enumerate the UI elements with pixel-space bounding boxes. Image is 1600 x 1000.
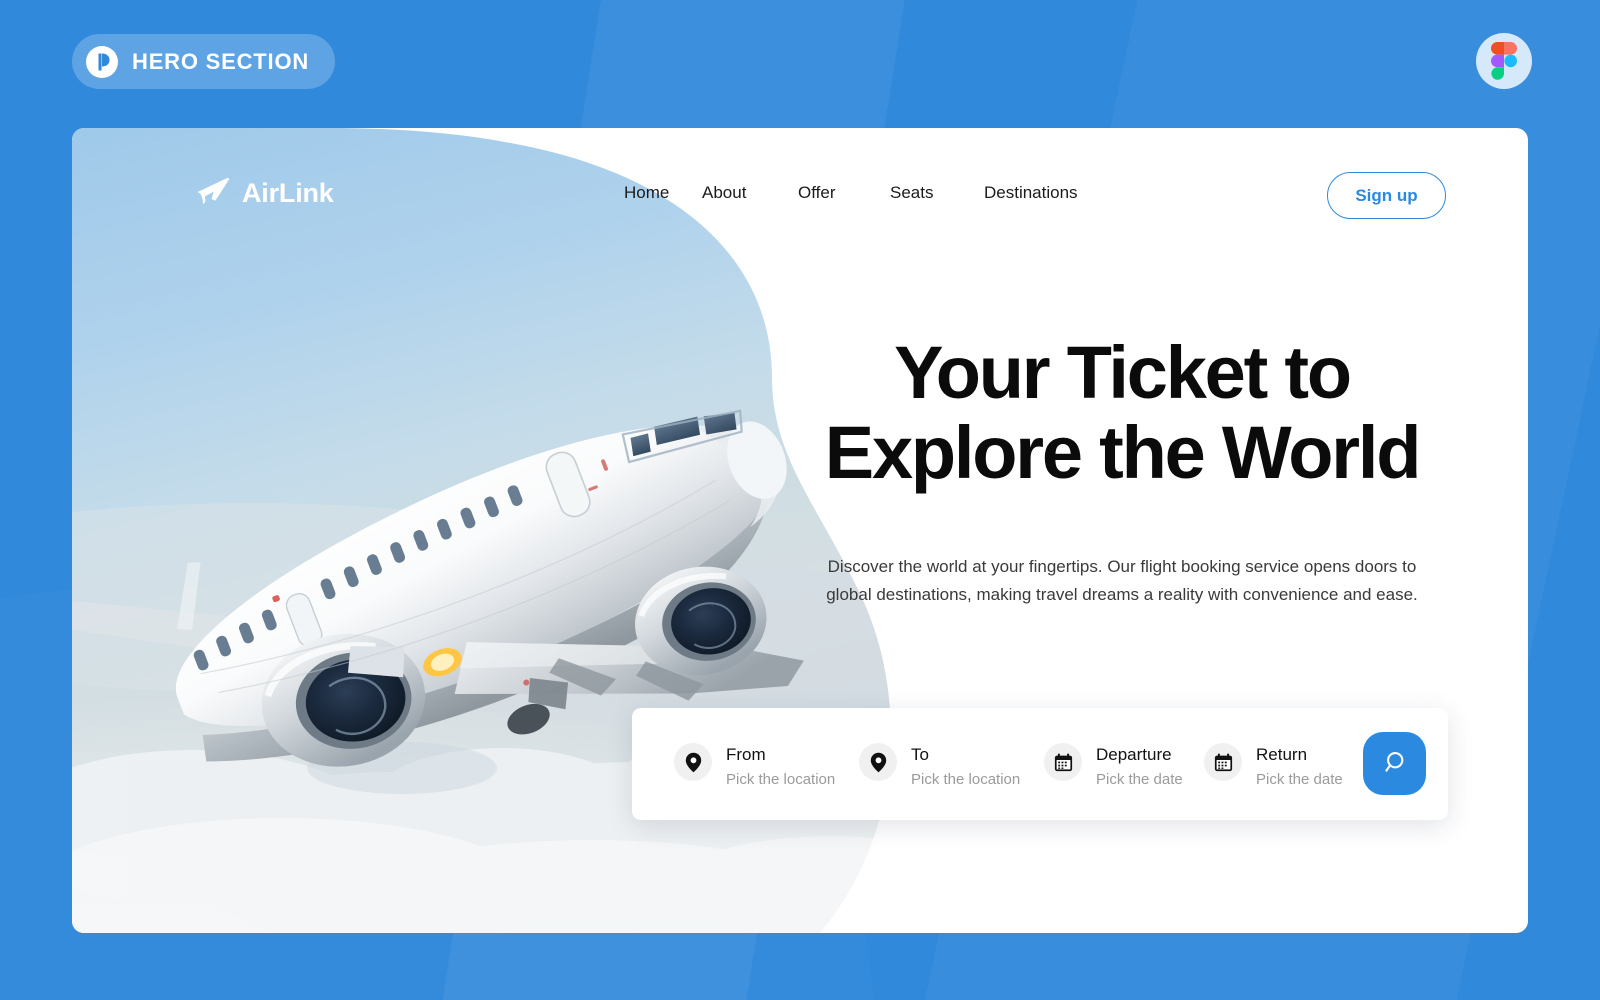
nav-links: Home About Offer Seats Destinations: [624, 183, 1078, 203]
flight-search-bar: From Pick the location To Pick the locat…: [632, 708, 1448, 820]
nav-link-home[interactable]: Home: [624, 183, 702, 203]
nav-link-destinations[interactable]: Destinations: [984, 183, 1078, 203]
hero-card: AirLink Home About Offer Seats Destinati…: [72, 128, 1528, 933]
search-field-label: Departure: [1096, 745, 1172, 764]
nav-link-seats[interactable]: Seats: [890, 183, 984, 203]
hero-description: Discover the world at your fingertips. O…: [826, 557, 1418, 604]
search-field-label: To: [911, 745, 929, 764]
search-field-placeholder: Pick the date: [1096, 771, 1183, 788]
search-field-placeholder: Pick the location: [911, 771, 1021, 788]
search-field-placeholder: Pick the date: [1256, 771, 1343, 788]
sign-up-button[interactable]: Sign up: [1327, 172, 1446, 219]
hero-section-badge: HERO SECTION: [72, 34, 336, 89]
brand-logo[interactable]: AirLink: [196, 176, 334, 211]
figma-logo-icon: [1476, 33, 1532, 89]
search-field-label: From: [726, 745, 766, 764]
search-field-placeholder: Pick the location: [726, 771, 836, 788]
search-field-departure[interactable]: Departure Pick the date: [1044, 741, 1204, 787]
calendar-icon: [1044, 743, 1082, 781]
headline-line-1: Your Ticket to: [894, 331, 1352, 414]
search-submit-button[interactable]: [1363, 732, 1426, 795]
location-pin-icon: [859, 743, 897, 781]
page-title: Your Ticket to Explore the World: [772, 333, 1472, 493]
nav-link-offer[interactable]: Offer: [798, 183, 890, 203]
search-field-to[interactable]: To Pick the location: [859, 741, 1044, 787]
search-field-label: Return: [1256, 745, 1308, 764]
search-icon: [1382, 750, 1407, 778]
search-field-from[interactable]: From Pick the location: [674, 741, 859, 787]
headline-line-2: Explore the World: [824, 410, 1422, 494]
airplane-icon: [196, 176, 230, 211]
hero-section-badge-label: HERO SECTION: [132, 48, 310, 74]
location-pin-icon: [674, 743, 712, 781]
search-field-return[interactable]: Return Pick the date: [1204, 741, 1343, 787]
penpot-logo-icon: [86, 45, 118, 78]
nav-link-about[interactable]: About: [702, 183, 798, 203]
calendar-icon: [1204, 743, 1242, 781]
brand-name: AirLink: [242, 178, 334, 208]
navbar: AirLink Home About Offer Seats Destinati…: [72, 128, 1528, 263]
